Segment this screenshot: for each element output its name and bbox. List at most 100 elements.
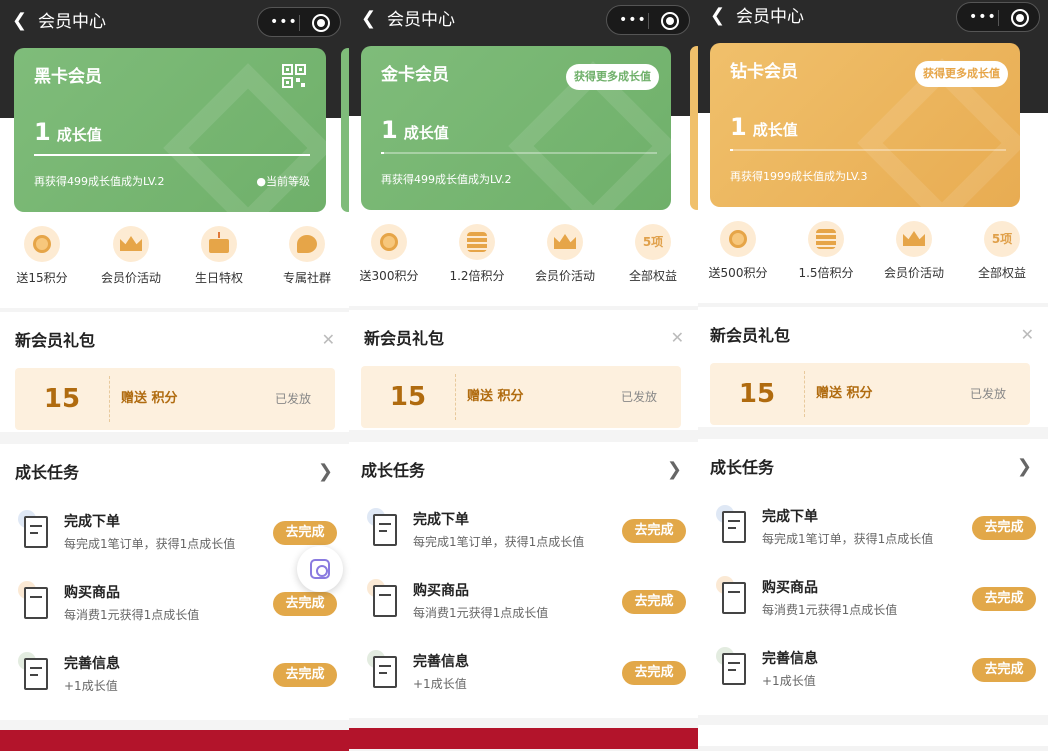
chevron-right-icon[interactable]: ❯ <box>318 462 333 482</box>
qr-code-icon[interactable] <box>282 64 306 88</box>
perk-all-benefits[interactable]: 5项 全部权益 <box>962 221 1042 291</box>
chevron-right-icon[interactable]: ❯ <box>1017 457 1032 477</box>
section-title: 成长任务 <box>710 458 775 477</box>
more-dots-icon[interactable]: ••• <box>270 12 298 32</box>
task-complete-profile: 完善信息 +1成长值 去完成 <box>698 645 1048 705</box>
new-member-gift-section: 新会员礼包 ✕ 15 赠送 积分 已发放 <box>0 312 349 432</box>
scan-lens-icon[interactable] <box>297 546 343 592</box>
level-up-hint: 再获得1999成长值成为LV.3 <box>730 170 868 183</box>
gift-amount: 15 <box>738 379 776 409</box>
points-coin-icon <box>371 224 407 260</box>
task-buy-goods: 购买商品 每消费1元获得1点成长值 去完成 <box>0 579 349 639</box>
new-member-gift-section: 新会员礼包 ✕ 15 赠送 积分 已发放 <box>349 310 698 430</box>
perks-row: 送300积分 1.2倍积分 会员价活动 5项 全部权益 <box>349 224 698 294</box>
perk-points[interactable]: 送500积分 <box>698 221 778 291</box>
task-name: 完善信息 <box>413 654 469 670</box>
mini-program-capsule: ••• <box>257 7 341 37</box>
task-go-button[interactable]: 去完成 <box>972 587 1036 611</box>
member-card[interactable]: 黑卡会员 1 成长值 再获得499成长值成为LV.2 ●当前等级 <box>14 48 326 212</box>
close-icon[interactable]: ✕ <box>671 328 684 348</box>
perk-member-price[interactable]: 会员价活动 <box>91 226 171 296</box>
gift-coupon: 15 赠送 积分 已发放 <box>710 363 1030 425</box>
close-icon[interactable]: ✕ <box>1021 325 1034 345</box>
chevron-right-icon[interactable]: ❯ <box>667 460 682 480</box>
mini-program-capsule: ••• <box>606 5 690 35</box>
perk-community[interactable]: 专属社群 <box>267 226 347 296</box>
task-go-button[interactable]: 去完成 <box>972 658 1036 682</box>
perk-birthday[interactable]: 生日特权 <box>179 226 259 296</box>
gift-coupon: 15 赠送 积分 已发放 <box>361 366 681 428</box>
section-title: 新会员礼包 <box>15 331 96 350</box>
section-title: 新会员礼包 <box>364 329 445 348</box>
perk-label: 会员价活动 <box>883 266 944 280</box>
perk-member-price[interactable]: 会员价活动 <box>525 224 605 294</box>
target-icon[interactable] <box>312 14 330 32</box>
next-card-peek[interactable] <box>341 48 349 212</box>
task-desc: 每完成1笔订单，获得1点成长值 <box>762 532 934 546</box>
points-coin-icon <box>720 221 756 257</box>
crown-icon <box>113 226 149 262</box>
crown-icon <box>896 221 932 257</box>
current-level-label: 当前等级 <box>266 175 310 188</box>
next-card-peek[interactable] <box>690 46 698 210</box>
current-level-tag: ●当前等级 <box>256 174 310 190</box>
gift-status: 已发放 <box>274 392 311 406</box>
task-complete-profile: 完善信息 +1成长值 去完成 <box>349 648 698 708</box>
task-name: 购买商品 <box>762 580 818 596</box>
gift-status: 已发放 <box>620 390 657 404</box>
growth-value: 1 成长值 <box>381 116 449 144</box>
target-icon[interactable] <box>1011 9 1029 27</box>
points-coin-icon <box>24 226 60 262</box>
gift-text: 赠送 积分 <box>467 389 524 404</box>
perk-all-benefits[interactable]: 5项 全部权益 <box>613 224 693 294</box>
perk-multiplier[interactable]: 1.5倍积分 <box>786 221 866 291</box>
chevron-left-icon[interactable]: ❮ <box>12 10 32 32</box>
new-member-gift-section: 新会员礼包 ✕ 15 赠送 积分 已发放 <box>698 307 1048 427</box>
task-go-button[interactable]: 去完成 <box>273 592 337 616</box>
more-dots-icon[interactable]: ••• <box>619 10 647 30</box>
card-level-name: 钻卡会员 <box>730 62 798 82</box>
perk-label: 全部权益 <box>628 269 677 283</box>
gift-status: 已发放 <box>969 387 1006 401</box>
perk-label: 1.5倍积分 <box>798 266 854 280</box>
close-icon[interactable]: ✕ <box>322 330 335 350</box>
perk-label: 会员价活动 <box>100 271 161 285</box>
task-name: 完成下单 <box>762 509 818 525</box>
task-buy-goods: 购买商品 每消费1元获得1点成长值 去完成 <box>349 577 698 637</box>
page-title: 会员中心 <box>736 7 804 27</box>
task-name: 完善信息 <box>64 656 120 672</box>
task-go-button[interactable]: 去完成 <box>622 519 686 543</box>
growth-tasks-section: 成长任务 ❯ 完成下单 每完成1笔订单，获得1点成长值 去完成 购买商品 每消费… <box>698 439 1048 715</box>
perk-label: 1.2倍积分 <box>449 269 505 283</box>
member-card[interactable]: 金卡会员 获得更多成长值 1 成长值 再获得499成长值成为LV.2 <box>361 46 671 210</box>
task-go-button[interactable]: 去完成 <box>273 663 337 687</box>
task-complete-profile: 完善信息 +1成长值 去完成 <box>0 650 349 710</box>
more-dots-icon[interactable]: ••• <box>969 7 997 27</box>
perk-points[interactable]: 送15积分 <box>2 226 82 296</box>
navbar: ❮ 会员中心 ••• <box>698 0 1048 39</box>
perk-points[interactable]: 送300积分 <box>349 224 429 294</box>
page-title: 会员中心 <box>387 10 455 30</box>
get-more-growth-button[interactable]: 获得更多成长值 <box>915 61 1008 87</box>
task-name: 完善信息 <box>762 651 818 667</box>
task-go-button[interactable]: 去完成 <box>273 521 337 545</box>
task-go-button[interactable]: 去完成 <box>622 661 686 685</box>
perk-multiplier[interactable]: 1.2倍积分 <box>437 224 517 294</box>
gift-divider <box>109 376 110 422</box>
capsule-divider <box>299 15 300 31</box>
chevron-left-icon[interactable]: ❮ <box>710 5 730 27</box>
task-desc: 每完成1笔订单，获得1点成长值 <box>64 537 236 551</box>
member-card[interactable]: 钻卡会员 获得更多成长值 1 成长值 再获得1999成长值成为LV.3 <box>710 43 1020 207</box>
target-icon[interactable] <box>661 12 679 30</box>
mini-program-capsule: ••• <box>956 2 1040 32</box>
task-name: 完成下单 <box>413 512 469 528</box>
task-go-button[interactable]: 去完成 <box>972 516 1036 540</box>
task-place-order: 完成下单 每完成1笔订单，获得1点成长值 去完成 <box>698 503 1048 563</box>
get-more-growth-button[interactable]: 获得更多成长值 <box>566 64 659 90</box>
task-go-button[interactable]: 去完成 <box>622 590 686 614</box>
chevron-left-icon[interactable]: ❮ <box>361 8 381 30</box>
task-desc: 每完成1笔订单，获得1点成长值 <box>413 535 585 549</box>
task-name: 购买商品 <box>413 583 469 599</box>
perk-member-price[interactable]: 会员价活动 <box>874 221 954 291</box>
task-place-order: 完成下单 每完成1笔订单，获得1点成长值 去完成 <box>0 508 349 568</box>
